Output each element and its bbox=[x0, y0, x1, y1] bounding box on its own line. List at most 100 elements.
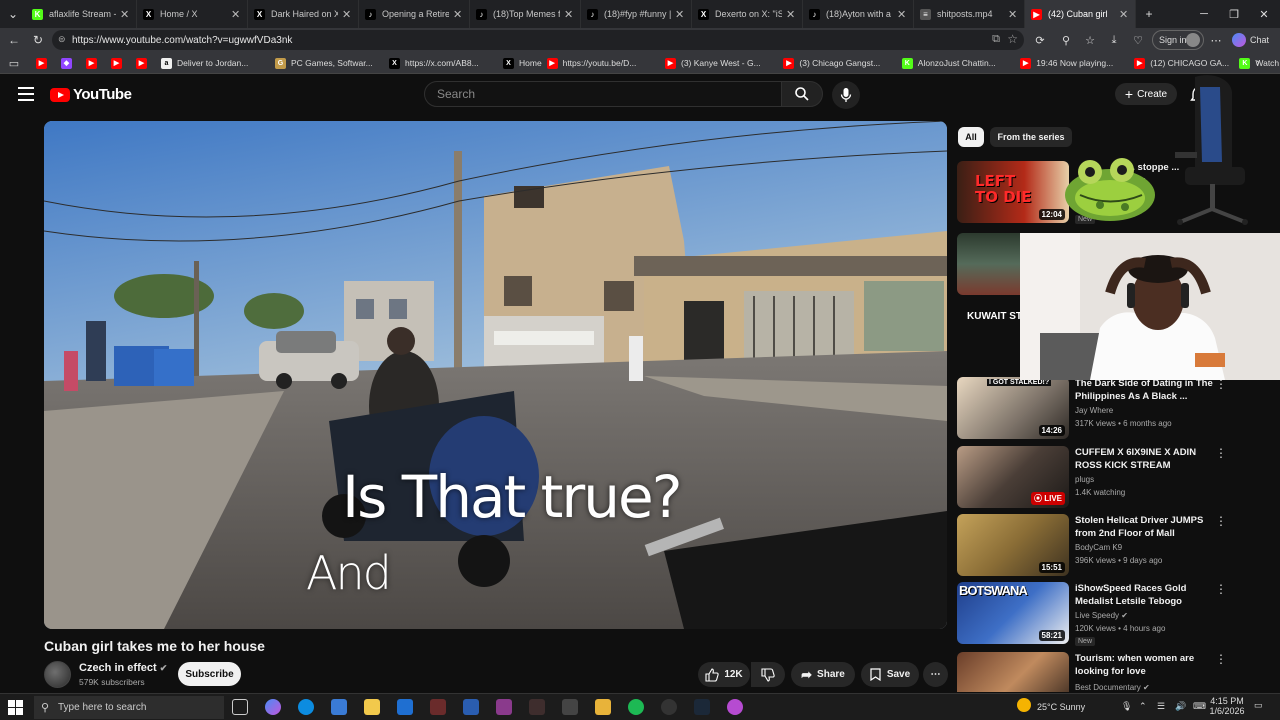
video-thumbnail[interactable]: I GOT STALKED!? 14:26 bbox=[957, 377, 1069, 439]
install-app-icon[interactable]: ⧉ bbox=[992, 33, 1000, 46]
subscribe-button[interactable]: Subscribe bbox=[178, 662, 241, 686]
notifications-icon[interactable]: ▭ bbox=[1254, 700, 1263, 711]
video-card-channel[interactable]: BodyCam K9 bbox=[1075, 543, 1122, 552]
menu-icon[interactable] bbox=[18, 87, 34, 101]
search-input[interactable]: Search bbox=[424, 81, 782, 107]
close-window-icon[interactable]: ✕ bbox=[1248, 0, 1280, 28]
profile-lock-icon[interactable]: ⚲ bbox=[1058, 32, 1074, 48]
tab-search-icon[interactable]: ⌄ bbox=[0, 2, 26, 26]
save-button[interactable]: Save bbox=[861, 662, 919, 687]
volume-icon[interactable]: 🔊 bbox=[1175, 701, 1186, 712]
language-icon[interactable]: ⌨ bbox=[1193, 701, 1206, 712]
favorites-icon[interactable]: ☆ bbox=[1082, 32, 1098, 48]
bookmark-item[interactable]: X Home bbox=[503, 56, 542, 70]
close-tab-icon[interactable]: ✕ bbox=[1008, 8, 1018, 21]
recommendation-card[interactable]: I GOT STALKED!? 14:26 The Dark Side of D… bbox=[957, 377, 1267, 439]
bookmark-item[interactable]: K AlonzoJust Chattin... bbox=[901, 56, 996, 70]
voice-search-button[interactable] bbox=[832, 81, 860, 109]
back-icon[interactable]: ← bbox=[2, 28, 26, 52]
more-actions-button[interactable]: ⋯ bbox=[923, 662, 948, 687]
reload-icon[interactable]: ↻ bbox=[26, 28, 50, 52]
chip-all[interactable]: All bbox=[958, 127, 984, 147]
video-card-channel[interactable]: Best Documentary ✔ bbox=[1075, 683, 1150, 692]
recommendation-card[interactable]: Tourism: when women are looking for love… bbox=[957, 652, 1267, 692]
browser-tab[interactable]: X Dark Haired on X: " ✕ bbox=[248, 0, 359, 28]
minimize-icon[interactable]: ─ bbox=[1188, 0, 1220, 28]
close-tab-icon[interactable]: ✕ bbox=[564, 8, 574, 21]
browser-tab[interactable]: X Home / X ✕ bbox=[137, 0, 248, 28]
dislike-button[interactable] bbox=[751, 662, 785, 687]
close-tab-icon[interactable]: ✕ bbox=[453, 8, 463, 21]
bookmark-star-icon[interactable]: ☆ bbox=[1007, 32, 1018, 46]
app-icon[interactable] bbox=[529, 699, 545, 715]
card-menu-icon[interactable]: ⋮ bbox=[1215, 446, 1227, 460]
recommendation-card[interactable]: 15:51 Stolen Hellcat Driver JUMPS from 2… bbox=[957, 514, 1267, 576]
browser-tab[interactable]: ≡ shitposts.mp4 ✕ bbox=[914, 0, 1025, 28]
app-icon[interactable] bbox=[595, 699, 611, 715]
close-tab-icon[interactable]: ✕ bbox=[786, 8, 796, 21]
video-thumbnail[interactable]: 15:51 bbox=[957, 514, 1069, 576]
like-button[interactable]: 12K bbox=[698, 662, 750, 687]
bookmark-item[interactable]: ▶ bbox=[136, 56, 152, 70]
chip-from-the-series[interactable]: From the series bbox=[990, 127, 1072, 147]
close-tab-icon[interactable]: ✕ bbox=[120, 8, 130, 21]
browser-tab[interactable]: X Dexerto on X: "iSho ✕ bbox=[692, 0, 803, 28]
bookmark-item[interactable]: K Watch now bbox=[1239, 56, 1280, 70]
taskbar-search-input[interactable]: ⚲ Type here to search bbox=[34, 696, 224, 719]
bookmark-item[interactable]: ▶ (12) CHICAGO GA... bbox=[1134, 56, 1229, 70]
bookmark-item[interactable]: ▶ bbox=[36, 56, 52, 70]
browser-tab[interactable]: Kaflaxlife Stream - Wa ✕ bbox=[26, 0, 137, 28]
bookmark-item[interactable]: ▶ (3) Kanye West - G... bbox=[665, 56, 761, 70]
app-icon[interactable] bbox=[562, 699, 578, 715]
card-menu-icon[interactable]: ⋮ bbox=[1215, 582, 1227, 596]
browser-tab[interactable]: ♪ Opening a Retired Li ✕ bbox=[359, 0, 470, 28]
close-tab-icon[interactable]: ✕ bbox=[231, 8, 241, 21]
bookmark-item[interactable]: ▶ 19:46 Now playing... bbox=[1020, 56, 1113, 70]
extension-icon[interactable]: ⟳ bbox=[1032, 32, 1048, 48]
share-button[interactable]: ➦ Share bbox=[791, 662, 855, 687]
close-tab-icon[interactable]: ✕ bbox=[342, 8, 352, 21]
browser-tab[interactable]: ▶ (42) Cuban girl ✕ bbox=[1025, 0, 1136, 28]
bookmark-item[interactable]: ◆ bbox=[61, 56, 77, 70]
app-icon[interactable] bbox=[463, 699, 479, 715]
video-thumbnail[interactable]: ⦿ LIVE bbox=[957, 446, 1069, 508]
bookmark-item[interactable]: ▶ bbox=[111, 56, 127, 70]
app-icon[interactable] bbox=[430, 699, 446, 715]
video-card-channel[interactable]: plugs bbox=[1075, 475, 1094, 484]
bookmark-item[interactable]: Xhttps://x.com/AB8... bbox=[389, 56, 479, 70]
browser-tab[interactable]: ♪ (18)#fyp #funny | sa ✕ bbox=[581, 0, 692, 28]
mail-icon[interactable] bbox=[397, 699, 413, 715]
video-thumbnail[interactable] bbox=[957, 652, 1069, 692]
recommendation-card[interactable]: BOTSWANA 58:21 iShowSpeed Races Gold Med… bbox=[957, 582, 1267, 646]
restore-icon[interactable]: ❐ bbox=[1218, 0, 1250, 28]
youtube-logo[interactable]: YouTube bbox=[50, 86, 132, 103]
downloads-icon[interactable]: ⤓ bbox=[1106, 32, 1122, 48]
store-icon[interactable] bbox=[331, 699, 347, 715]
copilot-chat-button[interactable]: Chat bbox=[1232, 30, 1269, 50]
windows-start-icon[interactable] bbox=[8, 700, 23, 715]
bookmark-item[interactable]: G PC Games, Softwar... bbox=[275, 56, 373, 70]
clock[interactable]: 4:15 PM 1/6/2026 bbox=[1209, 696, 1245, 716]
weather-sun-icon[interactable] bbox=[1017, 698, 1031, 712]
video-card-channel[interactable]: Live Speedy ✔ bbox=[1075, 611, 1128, 620]
app-icon[interactable] bbox=[727, 699, 743, 715]
channel-name[interactable]: Czech in effect ✔ bbox=[79, 662, 167, 674]
search-button[interactable] bbox=[781, 81, 823, 107]
video-thumbnail[interactable]: LEFT TO DIE 12:04 bbox=[957, 161, 1069, 223]
spotify-icon[interactable] bbox=[628, 699, 644, 715]
browser-tab[interactable]: ♪ (18)Top Memes for I ✕ bbox=[470, 0, 581, 28]
new-tab-icon[interactable]: + bbox=[1136, 2, 1162, 26]
copilot-icon[interactable] bbox=[265, 699, 281, 715]
obs-icon[interactable] bbox=[661, 699, 677, 715]
card-menu-icon[interactable]: ⋮ bbox=[1215, 652, 1227, 666]
browser-tab[interactable]: ♪ (18)Ayton with a gre ✕ bbox=[803, 0, 914, 28]
edge-browser-icon[interactable] bbox=[298, 699, 314, 715]
network-icon[interactable]: ☰ bbox=[1157, 701, 1165, 712]
steam-icon[interactable] bbox=[694, 699, 710, 715]
more-menu-icon[interactable]: ⋯ bbox=[1208, 32, 1224, 48]
microphone-tray-icon[interactable]: 🎙 bbox=[1121, 701, 1132, 712]
video-player[interactable]: Is That true? And bbox=[44, 121, 947, 629]
bookmark-item[interactable]: ▶ (3) Chicago Gangst... bbox=[783, 56, 880, 70]
video-thumbnail[interactable]: BOTSWANA 58:21 bbox=[957, 582, 1069, 644]
close-tab-icon[interactable]: ✕ bbox=[897, 8, 907, 21]
